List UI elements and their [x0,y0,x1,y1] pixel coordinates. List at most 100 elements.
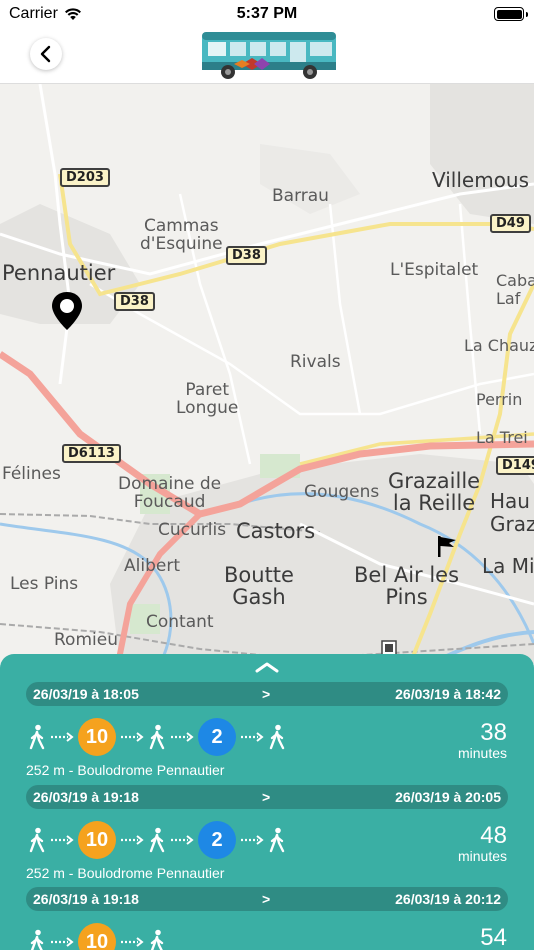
route-steps: 10 [26,923,168,950]
dotted-arrow-icon [241,732,264,742]
place-villemous: Villemous [432,168,530,192]
walk-icon [149,827,165,853]
walk-icon [149,724,165,750]
place-latrei: La Trei [476,428,528,447]
domaine-2: Foucaud [133,491,206,512]
dotted-arrow-icon [121,732,144,742]
cabalaf-2: Laf [496,289,521,309]
bus-line-badge: 10 [78,718,116,756]
place-rivals: Rivals [290,352,341,372]
arrival-time: 26/03/19 à 20:05 [395,789,501,805]
place-alibert: Alibert [124,556,180,576]
place-lespitalet: L'Espitalet [390,260,479,280]
place-cucurlis: Cucurlis [158,520,227,540]
place-lachauz: La Chauz [464,336,534,355]
walk-icon [29,827,45,853]
battery-icon [494,7,528,21]
route-header[interactable]: 26/03/19 à 19:18 > 26/03/19 à 20:05 [26,785,508,809]
place-grazaille: Grazaille la Reille [388,470,480,514]
dotted-arrow-icon [171,835,194,845]
bus-line-badge: 10 [78,821,116,859]
route-duration: 48 minutes [457,822,507,864]
dotted-arrow-icon [241,835,264,845]
place-cammas-text-2: d'Esquine [140,233,223,254]
route-steps: 10 2 [26,821,288,859]
duration-value: 54 [480,924,507,950]
walk-icon [269,827,285,853]
route-header[interactable]: 26/03/19 à 18:05 > 26/03/19 à 18:42 [26,682,508,706]
bus-line-badge: 2 [198,821,236,859]
clock: 5:37 PM [236,5,298,22]
bus-line-badge: 10 [78,923,116,950]
belair-2: Pins [385,585,428,610]
stop-label: 252 m - Boulodrome Pennautier [26,762,225,778]
place-lesmi: La Mi [482,554,534,578]
screen: Carrier 5:37 PM Villemous Barrau Cammas … [0,0,534,950]
departure-time: 26/03/19 à 19:18 [33,789,139,805]
arrival-time: 26/03/19 à 20:12 [395,891,501,907]
boutte-1: Boutte [224,563,294,587]
duration-value: 48 [480,822,507,849]
flag-icon[interactable] [436,534,458,558]
place-gougens: Gougens [304,482,380,502]
grazaille-2: la Reille [392,491,476,516]
place-cabalaf: Caba Laf [496,271,534,309]
arrival-time: 26/03/19 à 18:42 [395,686,501,702]
map-view[interactable]: Villemous Barrau Cammas d'Esquine Pennaut… [0,84,534,664]
nav-bar [0,28,534,84]
grazaille-1: Grazaille [388,469,481,493]
boutte-2: Gash [232,585,286,610]
duration-unit: minutes [457,745,507,761]
paret-2: Longue [176,397,239,418]
place-romieu: Romieu [54,630,118,650]
road-badge-d49: D49 [490,214,531,233]
chevron-right-icon: > [262,891,271,907]
route-steps: 10 2 [26,718,288,756]
dotted-arrow-icon [171,732,194,742]
walk-icon [269,724,285,750]
place-contant: Contant [146,612,214,632]
departure-time: 26/03/19 à 18:05 [33,686,139,702]
road-badge-d38: D38 [114,292,155,311]
place-castors: Castors [236,519,316,543]
chevron-up-icon[interactable] [254,660,280,674]
walk-icon [29,724,45,750]
place-cammas: Cammas d'Esquine [140,217,223,254]
bus-line-badge: 2 [198,718,236,756]
chevron-right-icon: > [262,789,271,805]
place-barrau: Barrau [272,186,329,206]
place-hautgraz: Hau Graz [490,490,534,536]
dotted-arrow-icon [121,835,144,845]
route-duration: 54 [480,925,507,950]
dotted-arrow-icon [51,937,74,947]
bus-icon [202,32,336,79]
stop-label: 252 m - Boulodrome Pennautier [26,865,225,881]
place-belair: Bel Air les Pins [354,564,459,608]
departure-time: 26/03/19 à 19:18 [33,891,139,907]
route-header[interactable]: 26/03/19 à 19:18 > 26/03/19 à 20:12 [26,887,508,911]
walk-icon [150,929,164,950]
place-domaine: Domaine de Foucaud [118,475,221,512]
place-lespins: Les Pins [10,574,79,594]
dotted-arrow-icon [51,732,74,742]
chevron-left-icon [40,45,51,63]
duration-unit: minutes [457,848,507,864]
road-badge-d149: D149 [496,456,534,475]
routes-panel: 26/03/19 à 18:05 > 26/03/19 à 18:42 10 2… [0,654,534,950]
place-felines: Félines [2,464,61,484]
dotted-arrow-icon [121,937,144,947]
status-bar: Carrier 5:37 PM [0,0,534,28]
duration-value: 38 [480,719,507,746]
map-pin-icon[interactable] [50,290,84,332]
hautgraz-1: Hau [490,489,530,513]
route-duration: 38 minutes [457,719,507,761]
chevron-right-icon: > [262,686,271,702]
belair-1: Bel Air les [354,563,460,587]
place-boutte: Boutte Gash [224,564,294,608]
walk-icon [30,929,44,950]
road-badge-d203: D203 [60,168,110,187]
road-badge-d38: D38 [226,246,267,265]
hautgraz-2: Graz [490,512,534,536]
back-button[interactable] [30,38,62,70]
cabalaf-1: Caba [496,271,534,290]
